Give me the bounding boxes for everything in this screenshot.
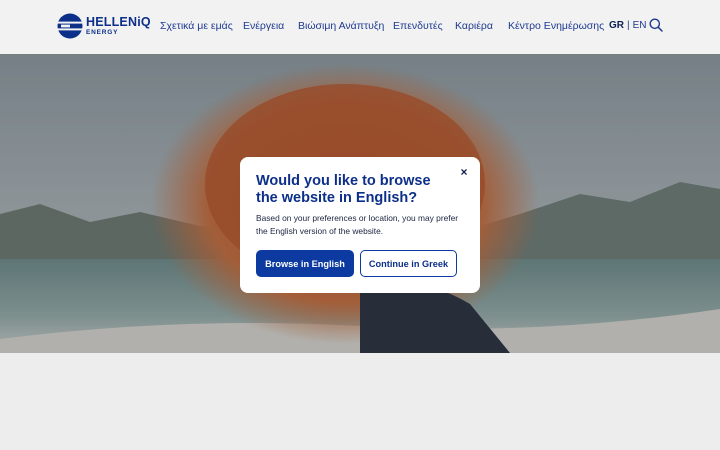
nav-item-media-center[interactable]: Κέντρο Ενημέρωσης <box>508 20 604 32</box>
nav-item-investors[interactable]: Επενδυτές <box>393 20 443 32</box>
nav-item-sustainability[interactable]: Βιώσιμη Ανάπτυξη <box>298 20 384 32</box>
lang-gr[interactable]: GR <box>609 20 624 31</box>
language-dialog: × Would you like to browse the website i… <box>240 157 480 293</box>
dialog-body: Based on your preferences or location, y… <box>256 213 459 236</box>
nav-item-careers[interactable]: Καριέρα <box>455 20 493 32</box>
lang-separator: | <box>627 20 630 31</box>
continue-in-greek-button[interactable]: Continue in Greek <box>360 250 457 277</box>
nav-item-about[interactable]: Σχετικά με εμάς <box>160 20 233 32</box>
nav-item-energy[interactable]: Ενέργεια <box>243 20 284 32</box>
search-icon[interactable] <box>649 18 663 32</box>
browse-in-english-button[interactable]: Browse in English <box>256 250 354 277</box>
dialog-title: Would you like to browse the website in … <box>256 173 431 206</box>
site-header: HELLENiQ ENERGY Σχετικά με εμάς Ενέργεια… <box>0 0 720 54</box>
language-switcher: GR | EN <box>609 20 647 31</box>
lang-en[interactable]: EN <box>633 20 647 31</box>
close-icon[interactable]: × <box>458 166 470 178</box>
